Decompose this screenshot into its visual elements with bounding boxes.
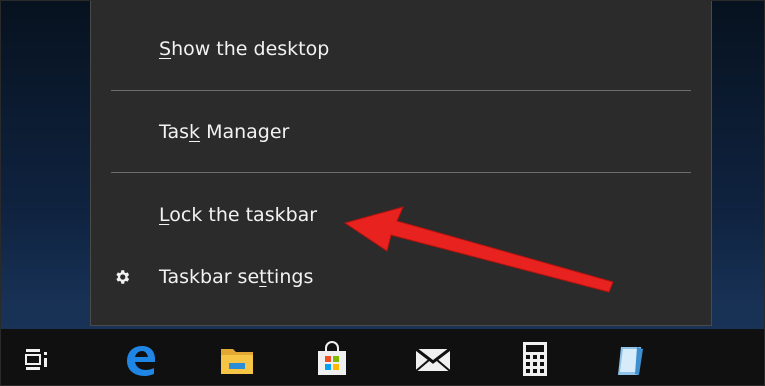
task-view-icon[interactable] xyxy=(16,339,56,379)
notepad-icon[interactable] xyxy=(611,339,651,379)
screenshot-frame: Show the desktop Task Manager Lock the t… xyxy=(0,0,765,386)
menu-item-lock-taskbar[interactable]: Lock the taskbar xyxy=(91,197,711,233)
taskbar-context-menu: Show the desktop Task Manager Lock the t… xyxy=(90,1,712,326)
taskbar xyxy=(1,329,764,385)
menu-item-label: Show the desktop xyxy=(159,38,330,60)
mail-icon[interactable] xyxy=(413,339,453,379)
menu-item-label: Lock the taskbar xyxy=(159,204,318,226)
menu-item-taskbar-settings[interactable]: Taskbar settings xyxy=(91,259,711,295)
menu-item-task-manager[interactable]: Task Manager xyxy=(91,114,711,150)
store-icon[interactable] xyxy=(312,339,352,379)
file-explorer-icon[interactable] xyxy=(217,339,257,379)
menu-item-label: Taskbar settings xyxy=(159,266,314,288)
edge-browser-icon[interactable] xyxy=(121,339,161,379)
gear-icon xyxy=(116,270,130,284)
menu-separator xyxy=(111,90,691,91)
menu-separator xyxy=(111,172,691,173)
menu-item-show-desktop[interactable]: Show the desktop xyxy=(91,31,711,67)
calculator-icon[interactable] xyxy=(515,339,555,379)
menu-item-label: Task Manager xyxy=(159,121,290,143)
